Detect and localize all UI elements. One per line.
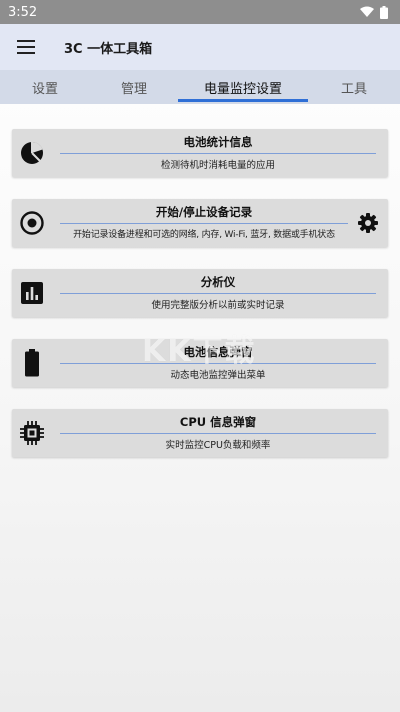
- tab-label: 设置: [31, 81, 58, 97]
- card-title: 开始/停止设备记录: [155, 205, 253, 219]
- card-subtitle: 动态电池监控弹出菜单: [170, 370, 266, 381]
- menu-icon: [17, 40, 35, 54]
- status-bar: 3:52: [0, 0, 400, 24]
- battery-icon: [380, 5, 388, 19]
- app-bar: 3C 一体工具箱: [0, 24, 400, 70]
- card-subtitle: 检测待机时消耗电量的应用: [160, 160, 275, 171]
- tab-settings[interactable]: 设置: [0, 70, 90, 104]
- card-subtitle: 实时监控CPU负载和频率: [165, 440, 271, 451]
- wifi-icon: [360, 6, 374, 17]
- gear-icon[interactable]: [356, 211, 380, 235]
- tab-manage[interactable]: 管理: [90, 70, 178, 104]
- card-subtitle: 使用完整版分析以前或实时记录: [151, 300, 285, 311]
- pie-chart-icon: [18, 139, 46, 167]
- card-subtitle: 开始记录设备进程和可选的网络, 内存, Wi-Fi, 蓝牙, 数据或手机状态: [73, 230, 335, 240]
- active-tab-indicator: [178, 99, 308, 102]
- tab-label: 电量监控设置: [203, 81, 282, 97]
- status-time: 3:52: [8, 4, 38, 20]
- battery-icon: [18, 349, 46, 377]
- analyzer-card[interactable]: 分析仪 使用完整版分析以前或实时记录: [12, 269, 388, 317]
- card-divider: [60, 153, 376, 154]
- card-divider: [60, 293, 376, 294]
- tab-bar: 设置 管理 电量监控设置 工具: [0, 70, 400, 104]
- cpu-chip-icon: [18, 419, 46, 447]
- cpu-popup-card[interactable]: CPU 信息弹窗 实时监控CPU负载和频率: [12, 409, 388, 457]
- card-title: 电池信息弹窗: [183, 345, 253, 359]
- tab-battery-monitor-settings[interactable]: 电量监控设置: [178, 70, 308, 104]
- record-icon: [18, 209, 46, 237]
- status-icons: [360, 5, 388, 19]
- card-title: 电池统计信息: [183, 135, 253, 149]
- menu-button[interactable]: [2, 24, 50, 70]
- tab-tools[interactable]: 工具: [308, 70, 400, 104]
- bar-chart-icon: [18, 279, 46, 307]
- device-recording-card[interactable]: 开始/停止设备记录 开始记录设备进程和可选的网络, 内存, Wi-Fi, 蓝牙,…: [12, 199, 388, 247]
- card-title: CPU 信息弹窗: [179, 415, 257, 429]
- battery-stats-card[interactable]: 电池统计信息 检测待机时消耗电量的应用: [12, 129, 388, 177]
- card-divider: [60, 363, 376, 364]
- tab-label: 管理: [120, 81, 147, 97]
- card-divider: [60, 223, 348, 224]
- card-divider: [60, 433, 376, 434]
- tab-label: 工具: [340, 81, 367, 97]
- app-title: 3C 一体工具箱: [64, 41, 153, 57]
- battery-popup-card[interactable]: 电池信息弹窗 动态电池监控弹出菜单: [12, 339, 388, 387]
- card-title: 分析仪: [200, 275, 236, 289]
